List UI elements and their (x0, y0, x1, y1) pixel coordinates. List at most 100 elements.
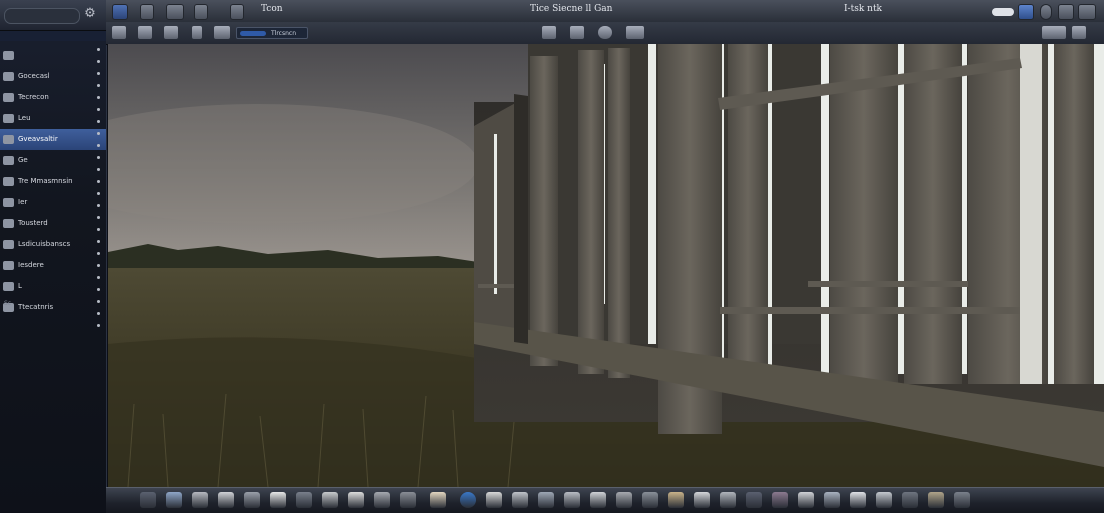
sidebar-item[interactable]: Leu (0, 108, 106, 129)
window-left-label: Tcon (261, 4, 283, 14)
toggle-pill[interactable] (992, 8, 1014, 16)
book-icon (3, 261, 14, 270)
project-icon (3, 219, 14, 228)
gear-icon[interactable]: ⚙ (82, 6, 98, 22)
sidebar-item[interactable]: Ier (0, 192, 106, 213)
window-title: Tice Siecne ll Gan (530, 4, 613, 14)
sidebar-item[interactable]: Lsdicuisbanscs (0, 234, 106, 255)
view-icon[interactable] (112, 26, 126, 39)
sidebar-item[interactable]: Iesdere (0, 255, 106, 276)
photos-icon[interactable] (192, 492, 208, 508)
box-icon[interactable] (164, 26, 178, 39)
calendar-icon[interactable] (244, 492, 260, 508)
sidebar-item-label: Leu (18, 114, 31, 122)
hide-icon[interactable] (230, 4, 244, 20)
search-input[interactable] (4, 8, 80, 24)
sidebar-list: Gocecasl Tecrecon Leu Gveavsaltir Ge Tre Mmas… (0, 45, 106, 318)
sidebar-item-label: Ge (18, 156, 28, 164)
person-icon[interactable] (138, 26, 152, 39)
archive-icon[interactable] (928, 492, 944, 508)
sidebar-item-label: Gveavsaltir (18, 135, 58, 143)
folder-icon (3, 51, 14, 60)
folder-icon[interactable] (720, 492, 736, 508)
rect-icon[interactable] (194, 4, 208, 20)
info-icon[interactable] (1072, 26, 1086, 39)
edit-icon[interactable] (570, 26, 584, 39)
trash-icon[interactable] (902, 492, 918, 508)
back-button[interactable] (140, 4, 154, 20)
sidebar-item-label: Lsdicuisbanscs (18, 240, 71, 248)
sidebar-item[interactable]: L (0, 276, 106, 297)
sidebar-footer: Sc (4, 300, 12, 307)
safari-icon[interactable] (166, 492, 182, 508)
sidebar-item[interactable]: Gveavsaltir (0, 129, 106, 150)
settings-icon[interactable] (538, 492, 554, 508)
photo-viewer[interactable] (108, 44, 1104, 487)
globe-icon[interactable] (460, 492, 476, 508)
app-icon[interactable] (954, 492, 970, 508)
import-icon[interactable] (214, 26, 230, 39)
sidebar-item-label: Tousterd (18, 219, 48, 227)
sidebar-subheader (0, 31, 106, 41)
sidebar-item[interactable]: Tecrecon (0, 87, 106, 108)
sidebar-item-label: Tre Mmasmnsin (18, 177, 73, 185)
sidebar-item-label: L (18, 282, 22, 290)
window-right-label: I-tsk ntk (844, 4, 883, 14)
book-icon[interactable] (430, 492, 446, 508)
preview-icon[interactable] (590, 492, 606, 508)
album-icon (3, 135, 14, 144)
app-menu-button[interactable] (112, 4, 128, 20)
maps-icon[interactable] (374, 492, 390, 508)
store-icon[interactable] (512, 492, 528, 508)
crop-icon[interactable] (626, 26, 644, 39)
help-icon[interactable] (876, 492, 892, 508)
sidebar-item[interactable]: Tousterd (0, 213, 106, 234)
title-bar: Tcon Tice Siecne ll Gan I-tsk ntk (106, 0, 1104, 23)
text-icon[interactable] (694, 492, 710, 508)
clock-icon[interactable] (850, 492, 866, 508)
sidebar-header: ⚙ (0, 0, 106, 31)
people-icon (3, 156, 14, 165)
card-icon (3, 282, 14, 291)
photo-image (108, 44, 1104, 487)
toolbar: Tlrcsncn (106, 22, 1104, 45)
zoom-slider[interactable] (1042, 26, 1066, 39)
photo-icon (3, 72, 14, 81)
calc-icon[interactable] (564, 492, 580, 508)
sidebar-item[interactable]: Ge (0, 150, 106, 171)
event-icon (3, 177, 14, 186)
music-icon[interactable] (486, 492, 502, 508)
mail-icon[interactable] (322, 492, 338, 508)
car-icon[interactable] (166, 4, 184, 20)
enhance-icon[interactable] (598, 26, 612, 39)
clock-icon (3, 114, 14, 123)
camera-icon[interactable] (400, 492, 416, 508)
hand-icon[interactable] (192, 26, 202, 39)
messages-icon[interactable] (348, 492, 364, 508)
sidebar-item[interactable]: Tre Mmasmnsin (0, 171, 106, 192)
toolbar-field[interactable]: Tlrcsncn (236, 27, 308, 39)
notes-icon[interactable] (218, 492, 234, 508)
contacts-icon[interactable] (296, 492, 312, 508)
share-icon[interactable] (1078, 4, 1096, 20)
clock-icon[interactable] (1040, 4, 1052, 20)
game-icon[interactable] (668, 492, 684, 508)
tv-icon[interactable] (616, 492, 632, 508)
sidebar-item[interactable]: Gocecasl (0, 66, 106, 87)
rotate-icon[interactable] (542, 26, 556, 39)
terminal-icon[interactable] (746, 492, 762, 508)
dock (106, 487, 1104, 513)
sidebar-item-label: Iesdere (18, 261, 44, 269)
settings-icon[interactable] (1058, 4, 1074, 20)
sidebar-scrollbar[interactable] (96, 48, 102, 327)
podcast-icon[interactable] (772, 492, 788, 508)
fullscreen-button[interactable] (1018, 4, 1034, 20)
phone-icon[interactable] (642, 492, 658, 508)
paper-icon[interactable] (270, 492, 286, 508)
sidebar-item[interactable] (0, 45, 106, 66)
place-icon (3, 198, 14, 207)
finder-icon[interactable] (140, 492, 156, 508)
news-icon[interactable] (798, 492, 814, 508)
sidebar-item-label: Tecrecon (18, 93, 49, 101)
weather-icon[interactable] (824, 492, 840, 508)
